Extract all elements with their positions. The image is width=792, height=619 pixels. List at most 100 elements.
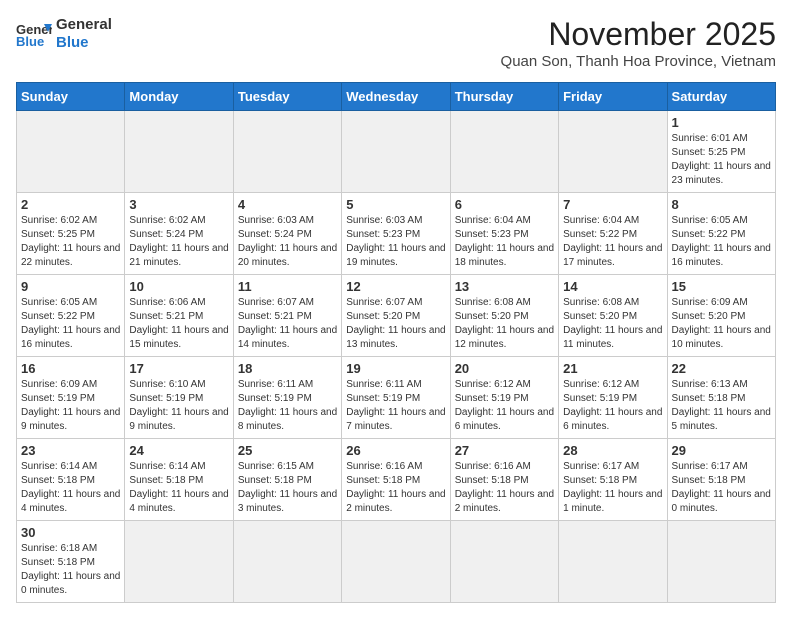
day-number: 21 (563, 361, 662, 376)
calendar-cell (342, 521, 450, 603)
location: Quan Son, Thanh Hoa Province, Vietnam (501, 53, 776, 70)
calendar-cell: 27 Sunrise: 6:16 AM Sunset: 5:18 PM Dayli… (450, 439, 558, 521)
day-info: Sunrise: 6:16 AM Sunset: 5:18 PM Dayligh… (346, 460, 445, 516)
calendar-cell (559, 111, 667, 193)
day-info: Sunrise: 6:14 AM Sunset: 5:18 PM Dayligh… (129, 460, 228, 516)
day-number: 29 (672, 443, 771, 458)
calendar-header-row: SundayMondayTuesdayWednesdayThursdayFrid… (17, 83, 776, 111)
col-header-wednesday: Wednesday (342, 83, 450, 111)
calendar-cell: 22 Sunrise: 6:13 AM Sunset: 5:18 PM Dayli… (667, 357, 775, 439)
calendar-cell: 28 Sunrise: 6:17 AM Sunset: 5:18 PM Dayli… (559, 439, 667, 521)
logo-blue: Blue (56, 34, 112, 52)
col-header-monday: Monday (125, 83, 233, 111)
calendar-cell (125, 521, 233, 603)
day-info: Sunrise: 6:04 AM Sunset: 5:23 PM Dayligh… (455, 214, 554, 270)
svg-text:Blue: Blue (16, 34, 44, 48)
calendar-cell: 20Sunrise: 6:12 AM Sunset: 5:19 PM Dayli… (450, 357, 558, 439)
calendar-cell (667, 521, 775, 603)
calendar-cell (233, 521, 341, 603)
calendar-cell: 15 Sunrise: 6:09 AM Sunset: 5:20 PM Dayli… (667, 275, 775, 357)
day-number: 28 (563, 443, 662, 458)
day-info: Sunrise: 6:03 AM Sunset: 5:24 PM Dayligh… (238, 214, 337, 270)
calendar-cell: 10Sunrise: 6:06 AM Sunset: 5:21 PM Dayli… (125, 275, 233, 357)
calendar-cell: 23 Sunrise: 6:14 AM Sunset: 5:18 PM Dayli… (17, 439, 125, 521)
day-info: Sunrise: 6:09 AM Sunset: 5:20 PM Dayligh… (672, 296, 771, 352)
day-info: Sunrise: 6:03 AM Sunset: 5:23 PM Dayligh… (346, 214, 445, 270)
day-number: 9 (21, 279, 120, 294)
day-number: 13 (455, 279, 554, 294)
day-number: 6 (455, 197, 554, 212)
calendar-week-5: 30Sunrise: 6:18 AM Sunset: 5:18 PM Dayli… (17, 521, 776, 603)
day-number: 8 (672, 197, 771, 212)
day-info: Sunrise: 6:12 AM Sunset: 5:19 PM Dayligh… (455, 378, 554, 434)
day-info: Sunrise: 6:17 AM Sunset: 5:18 PM Dayligh… (672, 460, 771, 516)
calendar-cell: 26 Sunrise: 6:16 AM Sunset: 5:18 PM Dayli… (342, 439, 450, 521)
day-info: Sunrise: 6:14 AM Sunset: 5:18 PM Dayligh… (21, 460, 120, 516)
calendar-cell (450, 521, 558, 603)
day-info: Sunrise: 6:07 AM Sunset: 5:21 PM Dayligh… (238, 296, 337, 352)
day-info: Sunrise: 6:16 AM Sunset: 5:18 PM Dayligh… (455, 460, 554, 516)
calendar-cell: 1 Sunrise: 6:01 AM Sunset: 5:25 PM Daylig… (667, 111, 775, 193)
day-info: Sunrise: 6:18 AM Sunset: 5:18 PM Dayligh… (21, 542, 120, 598)
calendar-cell: 13 Sunrise: 6:08 AM Sunset: 5:20 PM Dayli… (450, 275, 558, 357)
day-info: Sunrise: 6:01 AM Sunset: 5:25 PM Dayligh… (672, 132, 771, 188)
day-number: 3 (129, 197, 228, 212)
day-info: Sunrise: 6:05 AM Sunset: 5:22 PM Dayligh… (672, 214, 771, 270)
calendar-cell (342, 111, 450, 193)
day-info: Sunrise: 6:04 AM Sunset: 5:22 PM Dayligh… (563, 214, 662, 270)
logo-general: General (56, 16, 112, 34)
day-number: 26 (346, 443, 445, 458)
day-number: 14 (563, 279, 662, 294)
day-info: Sunrise: 6:12 AM Sunset: 5:19 PM Dayligh… (563, 378, 662, 434)
calendar-cell: 29 Sunrise: 6:17 AM Sunset: 5:18 PM Dayli… (667, 439, 775, 521)
col-header-saturday: Saturday (667, 83, 775, 111)
day-info: Sunrise: 6:08 AM Sunset: 5:20 PM Dayligh… (455, 296, 554, 352)
calendar-week-3: 16 Sunrise: 6:09 AM Sunset: 5:19 PM Dayli… (17, 357, 776, 439)
calendar-cell (233, 111, 341, 193)
col-header-tuesday: Tuesday (233, 83, 341, 111)
calendar-cell: 7 Sunrise: 6:04 AM Sunset: 5:22 PM Daylig… (559, 193, 667, 275)
calendar-cell: 9 Sunrise: 6:05 AM Sunset: 5:22 PM Daylig… (17, 275, 125, 357)
day-number: 22 (672, 361, 771, 376)
calendar-cell: 8 Sunrise: 6:05 AM Sunset: 5:22 PM Daylig… (667, 193, 775, 275)
day-info: Sunrise: 6:09 AM Sunset: 5:19 PM Dayligh… (21, 378, 120, 434)
calendar-week-2: 9 Sunrise: 6:05 AM Sunset: 5:22 PM Daylig… (17, 275, 776, 357)
page-header: General Blue General Blue November 2025 … (16, 16, 776, 70)
month-title: November 2025 (501, 16, 776, 53)
col-header-sunday: Sunday (17, 83, 125, 111)
day-number: 7 (563, 197, 662, 212)
col-header-friday: Friday (559, 83, 667, 111)
calendar-week-1: 2 Sunrise: 6:02 AM Sunset: 5:25 PM Daylig… (17, 193, 776, 275)
day-number: 5 (346, 197, 445, 212)
calendar-cell (17, 111, 125, 193)
calendar-cell: 24Sunrise: 6:14 AM Sunset: 5:18 PM Dayli… (125, 439, 233, 521)
calendar-cell: 5 Sunrise: 6:03 AM Sunset: 5:23 PM Daylig… (342, 193, 450, 275)
day-number: 15 (672, 279, 771, 294)
calendar-cell: 3Sunrise: 6:02 AM Sunset: 5:24 PM Daylig… (125, 193, 233, 275)
day-number: 17 (129, 361, 228, 376)
logo-icon: General Blue (16, 20, 52, 48)
day-number: 18 (238, 361, 337, 376)
day-number: 23 (21, 443, 120, 458)
day-info: Sunrise: 6:17 AM Sunset: 5:18 PM Dayligh… (563, 460, 662, 516)
logo: General Blue General Blue (16, 16, 112, 52)
calendar-cell: 18Sunrise: 6:11 AM Sunset: 5:19 PM Dayli… (233, 357, 341, 439)
calendar-cell: 14Sunrise: 6:08 AM Sunset: 5:20 PM Dayli… (559, 275, 667, 357)
day-number: 2 (21, 197, 120, 212)
day-info: Sunrise: 6:06 AM Sunset: 5:21 PM Dayligh… (129, 296, 228, 352)
day-info: Sunrise: 6:02 AM Sunset: 5:25 PM Dayligh… (21, 214, 120, 270)
day-number: 11 (238, 279, 337, 294)
day-info: Sunrise: 6:15 AM Sunset: 5:18 PM Dayligh… (238, 460, 337, 516)
day-number: 27 (455, 443, 554, 458)
day-info: Sunrise: 6:07 AM Sunset: 5:20 PM Dayligh… (346, 296, 445, 352)
day-info: Sunrise: 6:11 AM Sunset: 5:19 PM Dayligh… (346, 378, 445, 434)
day-number: 1 (672, 115, 771, 130)
calendar-cell: 12Sunrise: 6:07 AM Sunset: 5:20 PM Dayli… (342, 275, 450, 357)
day-number: 4 (238, 197, 337, 212)
day-number: 16 (21, 361, 120, 376)
day-info: Sunrise: 6:05 AM Sunset: 5:22 PM Dayligh… (21, 296, 120, 352)
calendar-cell: 25Sunrise: 6:15 AM Sunset: 5:18 PM Dayli… (233, 439, 341, 521)
calendar-table: SundayMondayTuesdayWednesdayThursdayFrid… (16, 82, 776, 603)
day-info: Sunrise: 6:13 AM Sunset: 5:18 PM Dayligh… (672, 378, 771, 434)
calendar-cell: 16 Sunrise: 6:09 AM Sunset: 5:19 PM Dayli… (17, 357, 125, 439)
